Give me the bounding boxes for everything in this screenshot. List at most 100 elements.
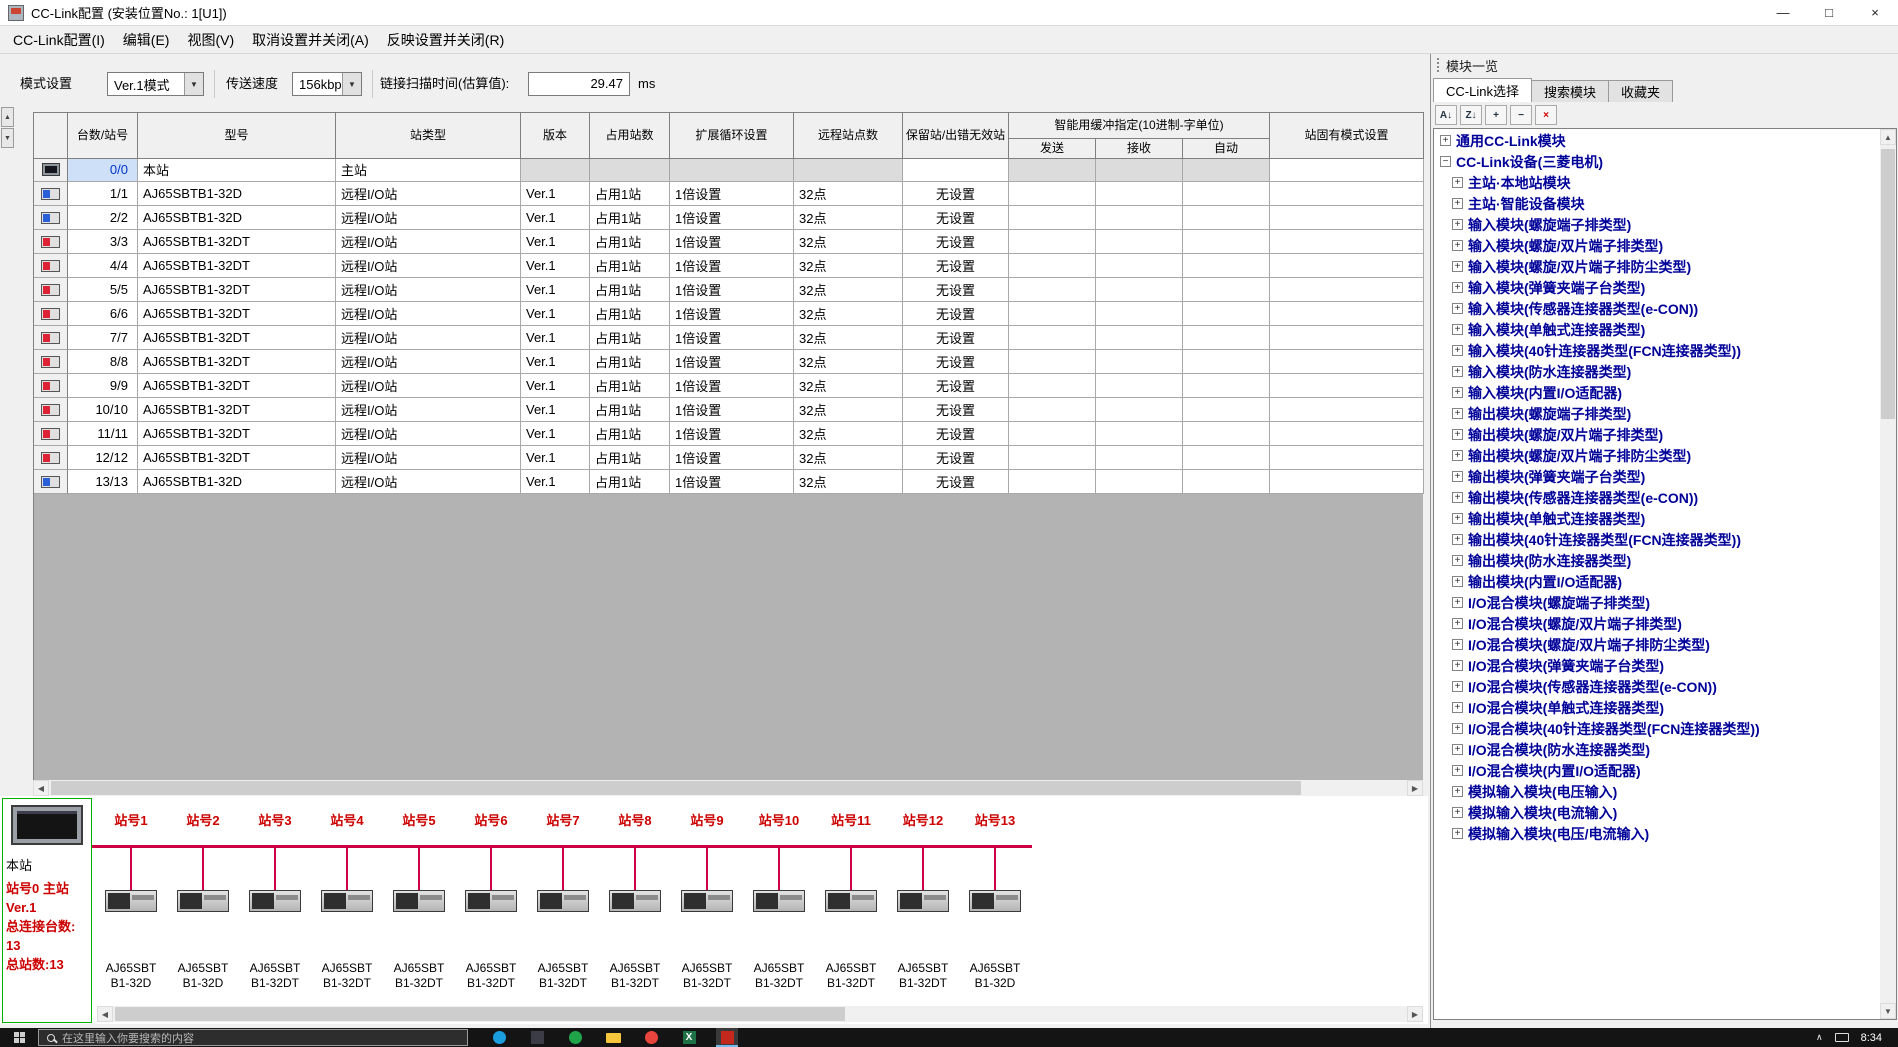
cell-mode[interactable] (1270, 326, 1424, 350)
menu-item[interactable]: 视图(V) (178, 26, 243, 53)
expand-icon[interactable]: + (1452, 261, 1463, 272)
cell-auto[interactable] (1183, 326, 1270, 350)
menu-item[interactable]: CC-Link配置(I) (4, 26, 114, 53)
scroll-right-icon[interactable]: ▶ (1407, 1006, 1423, 1022)
scrollbar-thumb[interactable] (115, 1007, 845, 1021)
tree-item[interactable]: −CC-Link设备(三菱电机) (1434, 151, 1881, 172)
taskbar-clock[interactable]: 8:34 (1861, 1032, 1882, 1044)
cell-cyclic[interactable]: 1倍设置 (670, 398, 794, 422)
table-hscrollbar[interactable]: ◀ ▶ (33, 780, 1423, 796)
cell-mode[interactable] (1270, 350, 1424, 374)
tree-item[interactable]: +输入模块(单触式连接器类型) (1434, 319, 1881, 340)
cell-points[interactable]: 32点 (794, 278, 903, 302)
tree-item[interactable]: +输出模块(螺旋/双片端子排类型) (1434, 424, 1881, 445)
cell-occupied[interactable]: 占用1站 (590, 326, 670, 350)
expand-icon[interactable]: + (1452, 555, 1463, 566)
menu-item[interactable]: 反映设置并关闭(R) (378, 26, 513, 53)
cell-reserve[interactable]: 无设置 (903, 278, 1009, 302)
tree-item[interactable]: +I/O混合模块(内置I/O适配器) (1434, 760, 1881, 781)
cell-model[interactable]: AJ65SBTB1-32DT (138, 254, 336, 278)
cell-station[interactable]: 4/4 (68, 254, 138, 278)
remote-module-icon[interactable] (321, 890, 373, 912)
cell-model[interactable]: AJ65SBTB1-32DT (138, 350, 336, 374)
cell-version[interactable] (521, 158, 590, 182)
expand-icon[interactable]: + (1452, 702, 1463, 713)
scroll-down-icon[interactable]: ▼ (1880, 1003, 1896, 1019)
close-button[interactable]: × (1852, 0, 1898, 25)
mode-setting-combo[interactable]: Ver.1模式 ▼ (107, 72, 204, 96)
cell-reserve[interactable] (903, 158, 1009, 182)
cell-mode[interactable] (1270, 254, 1424, 278)
tree-item[interactable]: +主站·智能设备模块 (1434, 193, 1881, 214)
cell-type[interactable]: 远程I/O站 (336, 206, 521, 230)
cell-reserve[interactable]: 无设置 (903, 422, 1009, 446)
cell-points[interactable]: 32点 (794, 470, 903, 494)
cell-auto[interactable] (1183, 398, 1270, 422)
cell-points[interactable]: 32点 (794, 206, 903, 230)
tree-item[interactable]: +模拟输入模块(电流输入) (1434, 802, 1881, 823)
cell-cyclic[interactable]: 1倍设置 (670, 470, 794, 494)
taskbar-search[interactable]: 在这里输入你要搜索的内容 (38, 1029, 468, 1046)
cell-auto[interactable] (1183, 158, 1270, 182)
diagram-hscrollbar[interactable]: ◀ ▶ (97, 1006, 1423, 1022)
cell-occupied[interactable]: 占用1站 (590, 350, 670, 374)
cell-auto[interactable] (1183, 422, 1270, 446)
cell-receive[interactable] (1096, 278, 1183, 302)
tree-item[interactable]: +I/O混合模块(弹簧夹端子台类型) (1434, 655, 1881, 676)
cell-receive[interactable] (1096, 326, 1183, 350)
cell-receive[interactable] (1096, 422, 1183, 446)
cell-model[interactable]: AJ65SBTB1-32DT (138, 278, 336, 302)
file-explorer-icon[interactable] (602, 1028, 624, 1047)
cell-version[interactable]: Ver.1 (521, 278, 590, 302)
expand-icon[interactable]: + (1452, 513, 1463, 524)
cell-receive[interactable] (1096, 470, 1183, 494)
cell-receive[interactable] (1096, 374, 1183, 398)
expand-icon[interactable]: + (1452, 786, 1463, 797)
cell-receive[interactable] (1096, 398, 1183, 422)
cell-receive[interactable] (1096, 230, 1183, 254)
tree-item[interactable]: +通用CC-Link模块 (1434, 130, 1881, 151)
station-icon-cell[interactable] (34, 398, 68, 422)
station-icon-cell[interactable] (34, 302, 68, 326)
cell-cyclic[interactable]: 1倍设置 (670, 230, 794, 254)
cell-mode[interactable] (1270, 470, 1424, 494)
cell-mode[interactable] (1270, 278, 1424, 302)
cell-cyclic[interactable]: 1倍设置 (670, 206, 794, 230)
tree-item[interactable]: +输入模块(内置I/O适配器) (1434, 382, 1881, 403)
station-icon-cell[interactable] (34, 422, 68, 446)
tree-item[interactable]: +输出模块(弹簧夹端子台类型) (1434, 466, 1881, 487)
cell-type[interactable]: 远程I/O站 (336, 422, 521, 446)
expand-icon[interactable]: + (1452, 471, 1463, 482)
expand-icon[interactable]: + (1452, 828, 1463, 839)
expand-icon[interactable]: + (1452, 366, 1463, 377)
station-icon-cell[interactable] (34, 206, 68, 230)
expand-icon[interactable]: + (1452, 345, 1463, 356)
maximize-button[interactable]: □ (1806, 0, 1852, 25)
cell-points[interactable] (794, 158, 903, 182)
tree-item[interactable]: +I/O混合模块(螺旋/双片端子排类型) (1434, 613, 1881, 634)
tree-item[interactable]: +I/O混合模块(传感器连接器类型(e-CON)) (1434, 676, 1881, 697)
cell-cyclic[interactable]: 1倍设置 (670, 326, 794, 350)
cell-model[interactable]: AJ65SBTB1-32D (138, 206, 336, 230)
cell-occupied[interactable]: 占用1站 (590, 278, 670, 302)
cell-send[interactable] (1009, 278, 1096, 302)
cell-station[interactable]: 5/5 (68, 278, 138, 302)
drag-handle-icon[interactable] (1437, 58, 1440, 72)
station-icon-cell[interactable] (34, 182, 68, 206)
station-icon-cell[interactable] (34, 230, 68, 254)
cell-model[interactable]: AJ65SBTB1-32DT (138, 446, 336, 470)
scrollbar-track[interactable] (113, 1006, 1407, 1022)
cell-model[interactable]: AJ65SBTB1-32DT (138, 326, 336, 350)
cell-type[interactable]: 远程I/O站 (336, 326, 521, 350)
cell-points[interactable]: 32点 (794, 326, 903, 350)
tree-item[interactable]: +输入模块(传感器连接器类型(e-CON)) (1434, 298, 1881, 319)
cell-occupied[interactable]: 占用1站 (590, 254, 670, 278)
cell-station[interactable]: 8/8 (68, 350, 138, 374)
cell-type[interactable]: 远程I/O站 (336, 278, 521, 302)
expand-icon[interactable]: + (1452, 219, 1463, 230)
cell-version[interactable]: Ver.1 (521, 350, 590, 374)
cell-occupied[interactable]: 占用1站 (590, 446, 670, 470)
cell-reserve[interactable]: 无设置 (903, 398, 1009, 422)
tree-item[interactable]: +I/O混合模块(螺旋/双片端子排防尘类型) (1434, 634, 1881, 655)
cell-send[interactable] (1009, 326, 1096, 350)
